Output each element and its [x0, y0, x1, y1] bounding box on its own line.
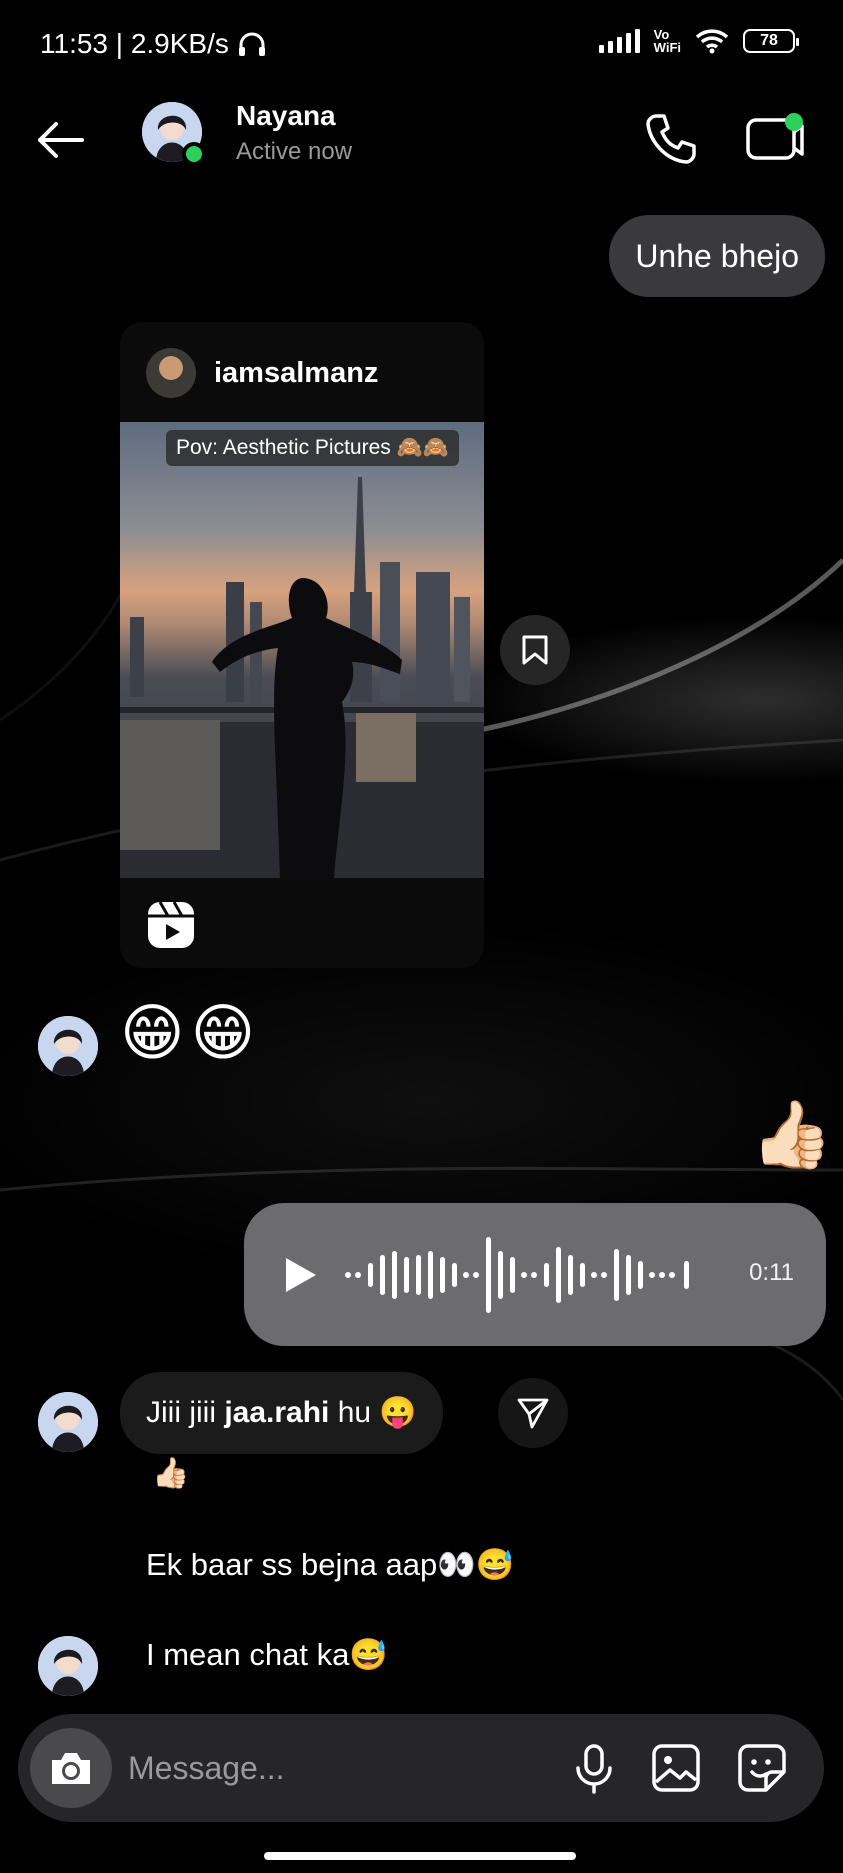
- contact-name[interactable]: Nayana: [236, 100, 336, 132]
- avatar-illustration: [38, 1016, 98, 1076]
- message-reaction[interactable]: 👍🏻: [152, 1456, 189, 1491]
- city-skyline-image: [120, 477, 484, 878]
- voice-message[interactable]: 0:11: [244, 1203, 826, 1346]
- battery-indicator: 78: [743, 29, 799, 53]
- status-right: Vo WiFi 78: [598, 27, 799, 55]
- sender-avatar[interactable]: [38, 1392, 98, 1452]
- bookmark-icon: [522, 635, 548, 665]
- status-left: 11:53 | 2.9KB/s: [40, 28, 267, 60]
- sender-avatar[interactable]: [38, 1016, 98, 1076]
- vowifi-label: Vo WiFi: [653, 27, 681, 55]
- sticker-icon[interactable]: [734, 1740, 790, 1796]
- shared-reel-post[interactable]: iamsalmanz Pov: Aesthetic Pictures 🙈🙈: [120, 322, 484, 968]
- back-arrow-icon[interactable]: [32, 112, 88, 168]
- online-indicator: [182, 142, 206, 166]
- contact-status: Active now: [236, 138, 353, 165]
- mention-link[interactable]: jaa.rahi: [224, 1396, 329, 1429]
- incoming-message[interactable]: I mean chat ka😅: [146, 1636, 388, 1673]
- phone-call-icon[interactable]: [642, 110, 698, 166]
- home-indicator[interactable]: [264, 1852, 576, 1860]
- camera-button[interactable]: [30, 1728, 112, 1808]
- chat-header: Nayana Active now: [0, 92, 843, 214]
- reels-icon: [148, 901, 194, 948]
- avatar-illustration: [38, 1392, 98, 1452]
- incoming-message[interactable]: Ek baar ss bejna aap👀😅: [146, 1546, 514, 1583]
- voice-duration: 0:11: [749, 1259, 794, 1286]
- incoming-mention-message[interactable]: Jiii jiii jaa.rahi hu 😛: [120, 1372, 443, 1454]
- wifi-icon: [695, 29, 729, 54]
- save-post-button[interactable]: [500, 615, 570, 685]
- gallery-icon[interactable]: [648, 1740, 704, 1796]
- microphone-icon[interactable]: [566, 1740, 622, 1796]
- signal-icon: [598, 29, 640, 53]
- status-bar: 11:53 | 2.9KB/s Vo WiFi 78: [0, 0, 843, 92]
- send-icon: [517, 1398, 549, 1429]
- play-icon[interactable]: [280, 1255, 320, 1295]
- avatar-illustration: [38, 1636, 98, 1696]
- post-caption: Pov: Aesthetic Pictures 🙈🙈: [166, 430, 459, 466]
- headphones-icon: [238, 32, 265, 56]
- message-text-prefix: Jiii jiii: [146, 1396, 225, 1429]
- camera-icon: [52, 1753, 90, 1784]
- share-button[interactable]: [498, 1378, 568, 1448]
- message-input[interactable]: [128, 1738, 568, 1798]
- outgoing-thumbs-up[interactable]: 👍🏻: [751, 1096, 833, 1174]
- incoming-emoji-message[interactable]: 😁😁: [120, 996, 261, 1069]
- message-text-suffix: hu 😛: [329, 1396, 417, 1429]
- message-composer: [18, 1714, 824, 1822]
- outgoing-message[interactable]: Unhe bhejo: [609, 215, 825, 297]
- video-call-icon[interactable]: [744, 110, 806, 166]
- post-author[interactable]: iamsalmanz: [146, 348, 378, 398]
- status-time: 11:53 | 2.9KB/s: [40, 28, 229, 59]
- waveform: [345, 1237, 689, 1313]
- sender-avatar[interactable]: [38, 1636, 98, 1696]
- post-author-username: iamsalmanz: [214, 356, 379, 389]
- post-author-avatar: [146, 348, 196, 398]
- post-thumbnail[interactable]: Pov: Aesthetic Pictures 🙈🙈: [120, 422, 484, 878]
